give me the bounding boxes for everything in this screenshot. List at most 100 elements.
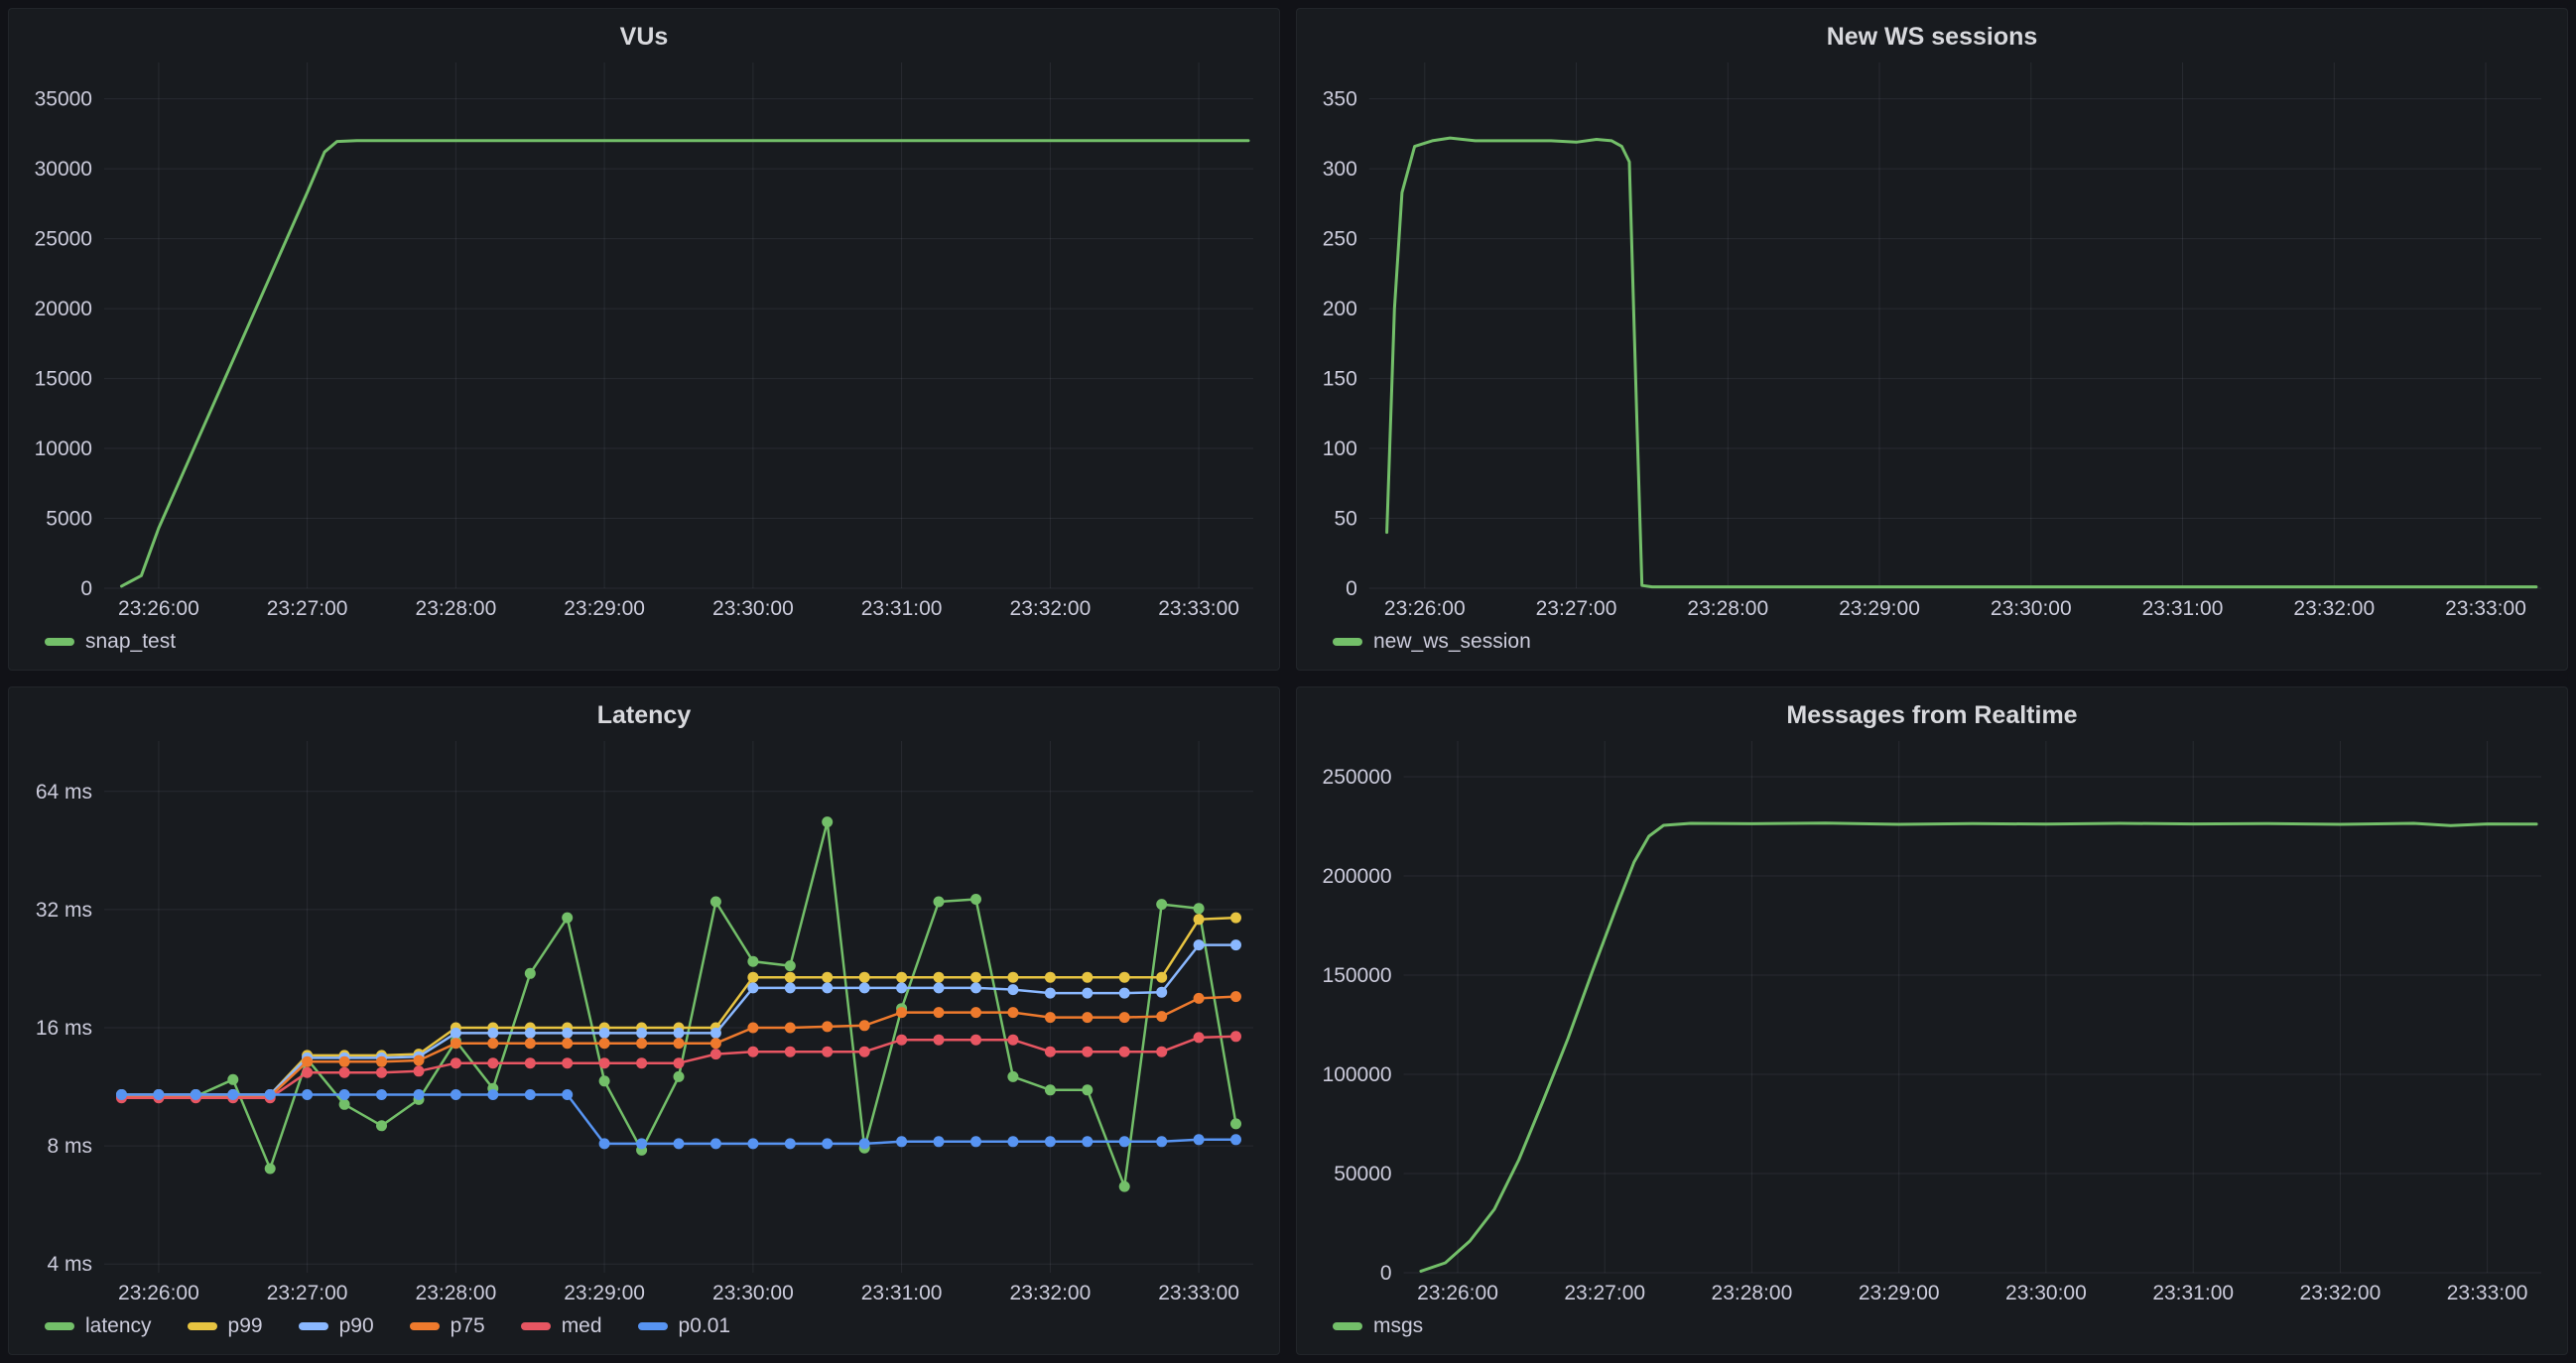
svg-text:23:30:00: 23:30:00: [712, 597, 794, 620]
panel-latency: Latency 4 ms8 ms16 ms32 ms64 ms23:26:002…: [8, 686, 1280, 1355]
svg-text:150000: 150000: [1323, 964, 1392, 987]
chart-canvas[interactable]: 05000010000015000020000025000023:26:0023…: [1309, 735, 2555, 1306]
svg-text:23:26:00: 23:26:00: [1384, 597, 1466, 620]
legend-item-msgs[interactable]: msgs: [1333, 1314, 1423, 1338]
svg-text:23:27:00: 23:27:00: [1564, 1282, 1645, 1304]
chart-canvas[interactable]: 4 ms8 ms16 ms32 ms64 ms23:26:0023:27:002…: [21, 735, 1267, 1306]
panel-title-messages[interactable]: Messages from Realtime: [1309, 695, 2555, 735]
svg-text:30000: 30000: [35, 158, 92, 181]
svg-text:250: 250: [1323, 228, 1357, 251]
svg-text:4 ms: 4 ms: [47, 1253, 92, 1276]
svg-text:64 ms: 64 ms: [36, 781, 92, 804]
svg-text:23:27:00: 23:27:00: [1536, 597, 1617, 620]
legend-item-latency[interactable]: latency: [45, 1314, 152, 1338]
svg-text:23:31:00: 23:31:00: [2142, 597, 2224, 620]
x-axis-labels: 23:26:00 23:27:00 23:28:00 23:29:00 23:30:00…: [118, 597, 1239, 620]
svg-text:23:32:00: 23:32:00: [2300, 1282, 2382, 1304]
panel-title-vus[interactable]: VUs: [21, 17, 1267, 57]
svg-text:250000: 250000: [1323, 766, 1392, 789]
y-axis-labels: 050000100000150000200000250000: [1323, 766, 1392, 1285]
panel-messages-from-realtime: Messages from Realtime 05000010000015000…: [1296, 686, 2568, 1355]
legend-label: p90: [339, 1314, 374, 1338]
svg-text:23:30:00: 23:30:00: [712, 1282, 794, 1304]
legend-label: msgs: [1373, 1314, 1423, 1338]
legend-swatch: [188, 1322, 217, 1330]
svg-text:23:28:00: 23:28:00: [416, 1282, 497, 1304]
svg-text:23:30:00: 23:30:00: [1991, 597, 2072, 620]
legend-swatch: [638, 1322, 668, 1330]
svg-text:8 ms: 8 ms: [47, 1135, 92, 1158]
svg-text:23:26:00: 23:26:00: [118, 1282, 199, 1304]
svg-text:0: 0: [1380, 1262, 1392, 1285]
svg-text:100: 100: [1323, 437, 1357, 460]
panel-title-new-ws-sessions[interactable]: New WS sessions: [1309, 17, 2555, 57]
svg-text:200: 200: [1323, 298, 1357, 320]
legend-item-p90[interactable]: p90: [299, 1314, 374, 1338]
legend-label: p0.01: [679, 1314, 731, 1338]
legend-label: latency: [85, 1314, 152, 1338]
svg-text:23:29:00: 23:29:00: [564, 1282, 645, 1304]
legend-swatch: [410, 1322, 440, 1330]
svg-text:150: 150: [1323, 368, 1357, 391]
svg-text:23:32:00: 23:32:00: [1010, 597, 1092, 620]
svg-text:50: 50: [1334, 508, 1356, 531]
svg-text:23:26:00: 23:26:00: [118, 597, 199, 620]
svg-text:15000: 15000: [35, 368, 92, 391]
svg-text:10000: 10000: [35, 437, 92, 460]
legend-item-new_ws_session[interactable]: new_ws_session: [1333, 630, 1531, 654]
x-axis-labels: 23:26:0023:27:0023:28:0023:29:0023:30:00…: [1417, 1282, 2527, 1304]
vus-chart[interactable]: 0 5000 10000 15000 20000 25000 30000 35000 23:26…: [21, 57, 1267, 622]
latency-chart[interactable]: 4 ms8 ms16 ms32 ms64 ms23:26:0023:27:002…: [21, 735, 1267, 1306]
gridlines: [1404, 741, 2541, 1273]
svg-text:23:28:00: 23:28:00: [1687, 597, 1768, 620]
svg-text:20000: 20000: [35, 298, 92, 320]
svg-text:23:33:00: 23:33:00: [1158, 1282, 1239, 1304]
dashboard-grid: VUs 0 5000 10000 15000 20000 25000 30000 35000 2…: [0, 0, 2576, 1363]
svg-text:23:27:00: 23:27:00: [267, 597, 348, 620]
legend-label: new_ws_session: [1373, 630, 1531, 654]
y-axis-labels: 4 ms 8 ms 16 ms 32 ms 64 ms: [36, 781, 92, 1276]
svg-text:350: 350: [1323, 88, 1357, 111]
svg-text:23:33:00: 23:33:00: [1158, 597, 1239, 620]
svg-text:0: 0: [80, 577, 92, 600]
svg-text:25000: 25000: [35, 228, 92, 251]
panel-title-latency[interactable]: Latency: [21, 695, 1267, 735]
series-p0.01: [116, 1089, 1241, 1149]
series-msgs: [1421, 823, 2536, 1272]
chart-canvas[interactable]: 0 5000 10000 15000 20000 25000 30000 35000 23:26…: [21, 57, 1267, 622]
legend-swatch: [299, 1322, 328, 1330]
svg-text:16 ms: 16 ms: [36, 1017, 92, 1040]
svg-text:5000: 5000: [46, 508, 92, 531]
vus-legend: snap_test: [21, 622, 1267, 662]
legend-label: p75: [451, 1314, 485, 1338]
legend-item-p99[interactable]: p99: [188, 1314, 263, 1338]
svg-text:32 ms: 32 ms: [36, 899, 92, 922]
series-new_ws_session: [1387, 138, 2536, 586]
legend-item-p75[interactable]: p75: [410, 1314, 485, 1338]
svg-text:23:33:00: 23:33:00: [2447, 1282, 2528, 1304]
messages-legend: msgs: [1309, 1306, 2555, 1346]
gridlines: [104, 741, 1253, 1273]
svg-text:23:29:00: 23:29:00: [564, 597, 645, 620]
series-snap_test: [122, 141, 1249, 586]
legend-item-med[interactable]: med: [521, 1314, 602, 1338]
svg-text:23:27:00: 23:27:00: [267, 1282, 348, 1304]
svg-text:23:29:00: 23:29:00: [1839, 597, 1920, 620]
legend-item-p0.01[interactable]: p0.01: [638, 1314, 731, 1338]
svg-text:35000: 35000: [35, 88, 92, 111]
svg-text:100000: 100000: [1323, 1063, 1392, 1086]
y-axis-labels: 0 5000 10000 15000 20000 25000 30000 35000: [35, 88, 92, 600]
new-ws-sessions-chart[interactable]: 05010015020025030035023:26:0023:27:0023:…: [1309, 57, 2555, 622]
y-axis-labels: 050100150200250300350: [1323, 88, 1357, 600]
legend-label: med: [562, 1314, 602, 1338]
legend-swatch: [521, 1322, 551, 1330]
x-axis-labels: 23:26:00 23:27:00 23:28:00 23:29:00 23:30:00…: [1384, 597, 2526, 620]
latency-legend: latency p99 p90 p75 med p0.01: [21, 1306, 1267, 1346]
x-axis-labels: 23:26:00 23:27:00 23:28:00 23:29:00 23:30:00…: [118, 1282, 1239, 1304]
chart-canvas[interactable]: 05010015020025030035023:26:0023:27:0023:…: [1309, 57, 2555, 622]
svg-text:23:31:00: 23:31:00: [2152, 1282, 2234, 1304]
messages-chart[interactable]: 05000010000015000020000025000023:26:0023…: [1309, 735, 2555, 1306]
legend-item-snap_test[interactable]: snap_test: [45, 630, 176, 654]
series-p75: [116, 991, 1241, 1102]
svg-text:23:28:00: 23:28:00: [416, 597, 497, 620]
